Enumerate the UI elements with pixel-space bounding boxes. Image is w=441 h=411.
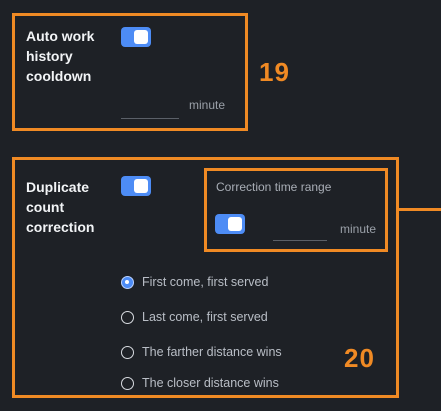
cooldown-unit-label: minute bbox=[189, 98, 226, 112]
correction-time-range-toggle[interactable] bbox=[215, 214, 245, 234]
auto-work-history-cooldown-toggle[interactable] bbox=[121, 27, 151, 47]
option-label: Last come, first served bbox=[142, 310, 268, 324]
radio-icon bbox=[121, 310, 134, 324]
radio-icon bbox=[121, 345, 134, 359]
option-label: The closer distance wins bbox=[142, 376, 279, 390]
annotation-number-20: 20 bbox=[344, 343, 375, 373]
correction-unit-label: minute bbox=[340, 222, 377, 236]
option-farther-distance[interactable]: The farther distance wins bbox=[121, 345, 282, 359]
duplicate-count-correction-toggle[interactable] bbox=[121, 176, 151, 196]
radio-selected-icon bbox=[121, 275, 134, 289]
annotation-connector-line bbox=[399, 208, 441, 211]
annotation-number-19: 19 bbox=[259, 57, 290, 87]
option-label: The farther distance wins bbox=[142, 345, 282, 359]
cooldown-minute-input[interactable] bbox=[121, 118, 179, 119]
option-first-come[interactable]: First come, first served bbox=[121, 275, 268, 289]
auto-work-history-cooldown-label: Auto work history cooldown bbox=[26, 28, 95, 84]
correction-time-range-caption: Correction time range bbox=[216, 180, 332, 194]
toggle-knob bbox=[134, 30, 148, 44]
option-last-come[interactable]: Last come, first served bbox=[121, 310, 268, 324]
option-label: First come, first served bbox=[142, 275, 269, 289]
radio-icon bbox=[121, 376, 134, 390]
correction-time-range-input[interactable] bbox=[273, 240, 327, 241]
toggle-knob bbox=[134, 179, 148, 193]
duplicate-count-correction-label: Duplicate count correction bbox=[26, 179, 95, 235]
option-closer-distance[interactable]: The closer distance wins bbox=[121, 376, 279, 390]
toggle-knob bbox=[228, 217, 242, 231]
